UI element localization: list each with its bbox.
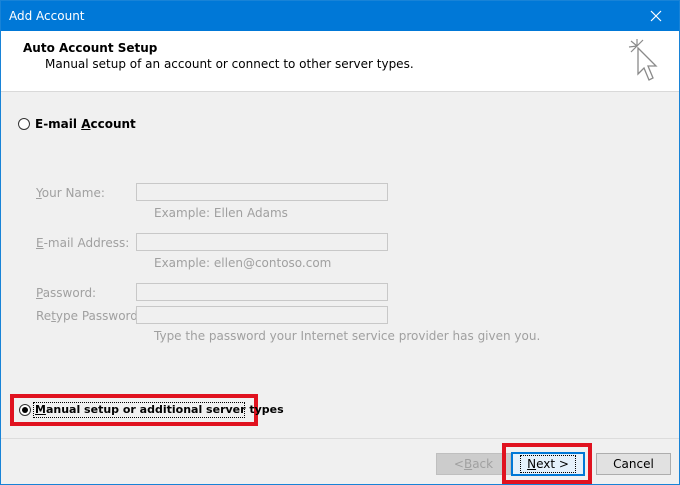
retype-password-field[interactable] (136, 306, 388, 324)
name-example: Example: Ellen Adams (154, 206, 288, 220)
close-icon (650, 10, 662, 22)
cancel-button[interactable]: Cancel (596, 453, 671, 475)
password-hint: Type the password your Internet service … (154, 329, 541, 343)
your-name-label: Your Name: (36, 186, 105, 200)
next-button[interactable]: Next > (511, 452, 585, 476)
wizard-header: Auto Account Setup Manual setup of an ac… (1, 31, 679, 92)
manual-setup-label[interactable]: Manual setup or additional server types (35, 403, 284, 417)
email-account-label[interactable]: E-mail Account (35, 117, 136, 131)
email-address-label: E-mail Address: (36, 236, 130, 250)
password-label: Password: (36, 286, 97, 300)
cursor-click-icon (628, 39, 658, 81)
footer-divider (1, 438, 679, 439)
add-account-dialog: Add Account Auto Account Setup Manual se… (0, 0, 680, 485)
email-address-field[interactable] (136, 233, 388, 251)
title-bar[interactable]: Add Account (1, 1, 679, 31)
page-title: Auto Account Setup (23, 41, 158, 55)
email-example: Example: ellen@contoso.com (154, 256, 332, 270)
page-subtitle: Manual setup of an account or connect to… (45, 57, 414, 71)
back-button[interactable]: < Back (436, 453, 511, 475)
password-field[interactable] (136, 283, 388, 301)
window-title: Add Account (9, 9, 85, 23)
retype-password-label: Retype Password: (36, 309, 142, 323)
your-name-field[interactable] (136, 183, 388, 201)
close-button[interactable] (633, 1, 679, 31)
email-account-radio[interactable] (18, 118, 30, 130)
manual-setup-radio[interactable] (19, 404, 31, 416)
